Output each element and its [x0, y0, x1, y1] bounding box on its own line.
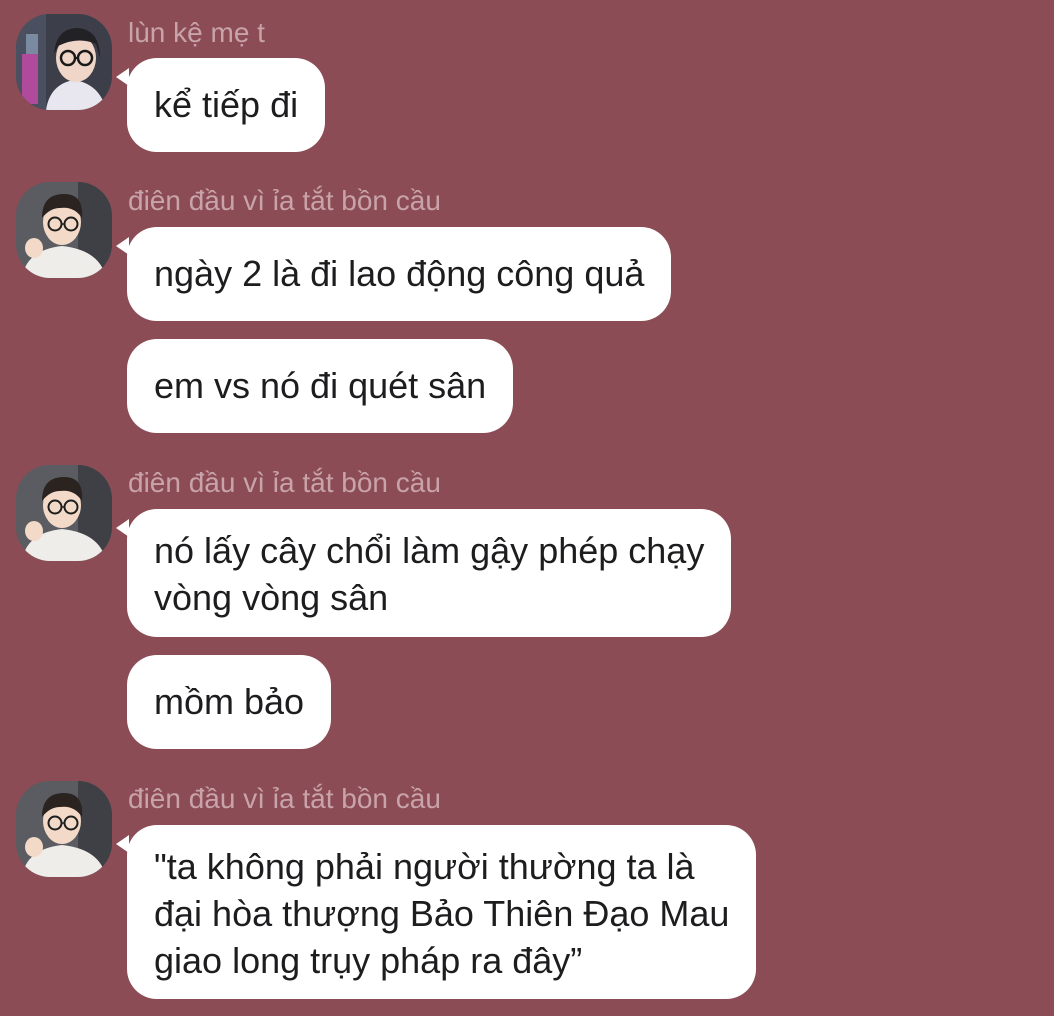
- message-text: em vs nó đi quét sân: [154, 365, 487, 406]
- message-bubble[interactable]: ngày 2 là đi lao động công quả: [116, 227, 672, 321]
- avatar[interactable]: [16, 465, 112, 561]
- message-bubble[interactable]: kể tiếp đi: [116, 58, 326, 152]
- message-text-line: giao long trụy pháp ra đây”: [154, 940, 583, 981]
- avatar-boy-glasses-icon: [16, 465, 112, 561]
- bubble-tail: [116, 835, 129, 853]
- avatar[interactable]: [16, 14, 112, 110]
- message-text: mồm bảo: [154, 681, 305, 722]
- avatar[interactable]: [16, 781, 112, 877]
- sender-name: lùn kệ mẹ t: [128, 17, 265, 48]
- avatar-boy-glasses-icon: [16, 182, 112, 278]
- message-bubble[interactable]: mồm bảo: [127, 655, 332, 749]
- bubble-tail: [116, 237, 129, 255]
- sender-name: điên đầu vì ỉa tắt bồn cầu: [128, 467, 441, 498]
- avatar[interactable]: [16, 182, 112, 278]
- message-text: kể tiếp đi: [154, 84, 299, 125]
- message-bubble[interactable]: "ta không phải người thường ta là đại hò…: [116, 825, 757, 999]
- bubble-tail: [116, 68, 129, 86]
- message-text-line: vòng vòng sân: [154, 577, 389, 618]
- message-text: ngày 2 là đi lao động công quả: [154, 253, 645, 294]
- bubble-tail: [116, 519, 129, 537]
- sender-name: điên đầu vì ỉa tắt bồn cầu: [128, 783, 441, 814]
- message-bubble[interactable]: nó lấy cây chổi làm gậy phép chạy vòng v…: [116, 509, 732, 637]
- message-text-line: "ta không phải người thường ta là: [154, 846, 695, 887]
- chat-thread: lùn kệ mẹ t kể tiếp đi điên đầu vì ỉa tắ…: [0, 0, 1054, 1016]
- avatar-girl-glasses-icon: [16, 14, 112, 110]
- message-bubble[interactable]: em vs nó đi quét sân: [127, 339, 514, 433]
- avatar-boy-glasses-icon: [16, 781, 112, 877]
- message-text-line: đại hòa thượng Bảo Thiên Đạo Mau: [154, 893, 730, 934]
- message-text-line: nó lấy cây chổi làm gậy phép chạy: [154, 530, 705, 571]
- sender-name: điên đầu vì ỉa tắt bồn cầu: [128, 185, 441, 216]
